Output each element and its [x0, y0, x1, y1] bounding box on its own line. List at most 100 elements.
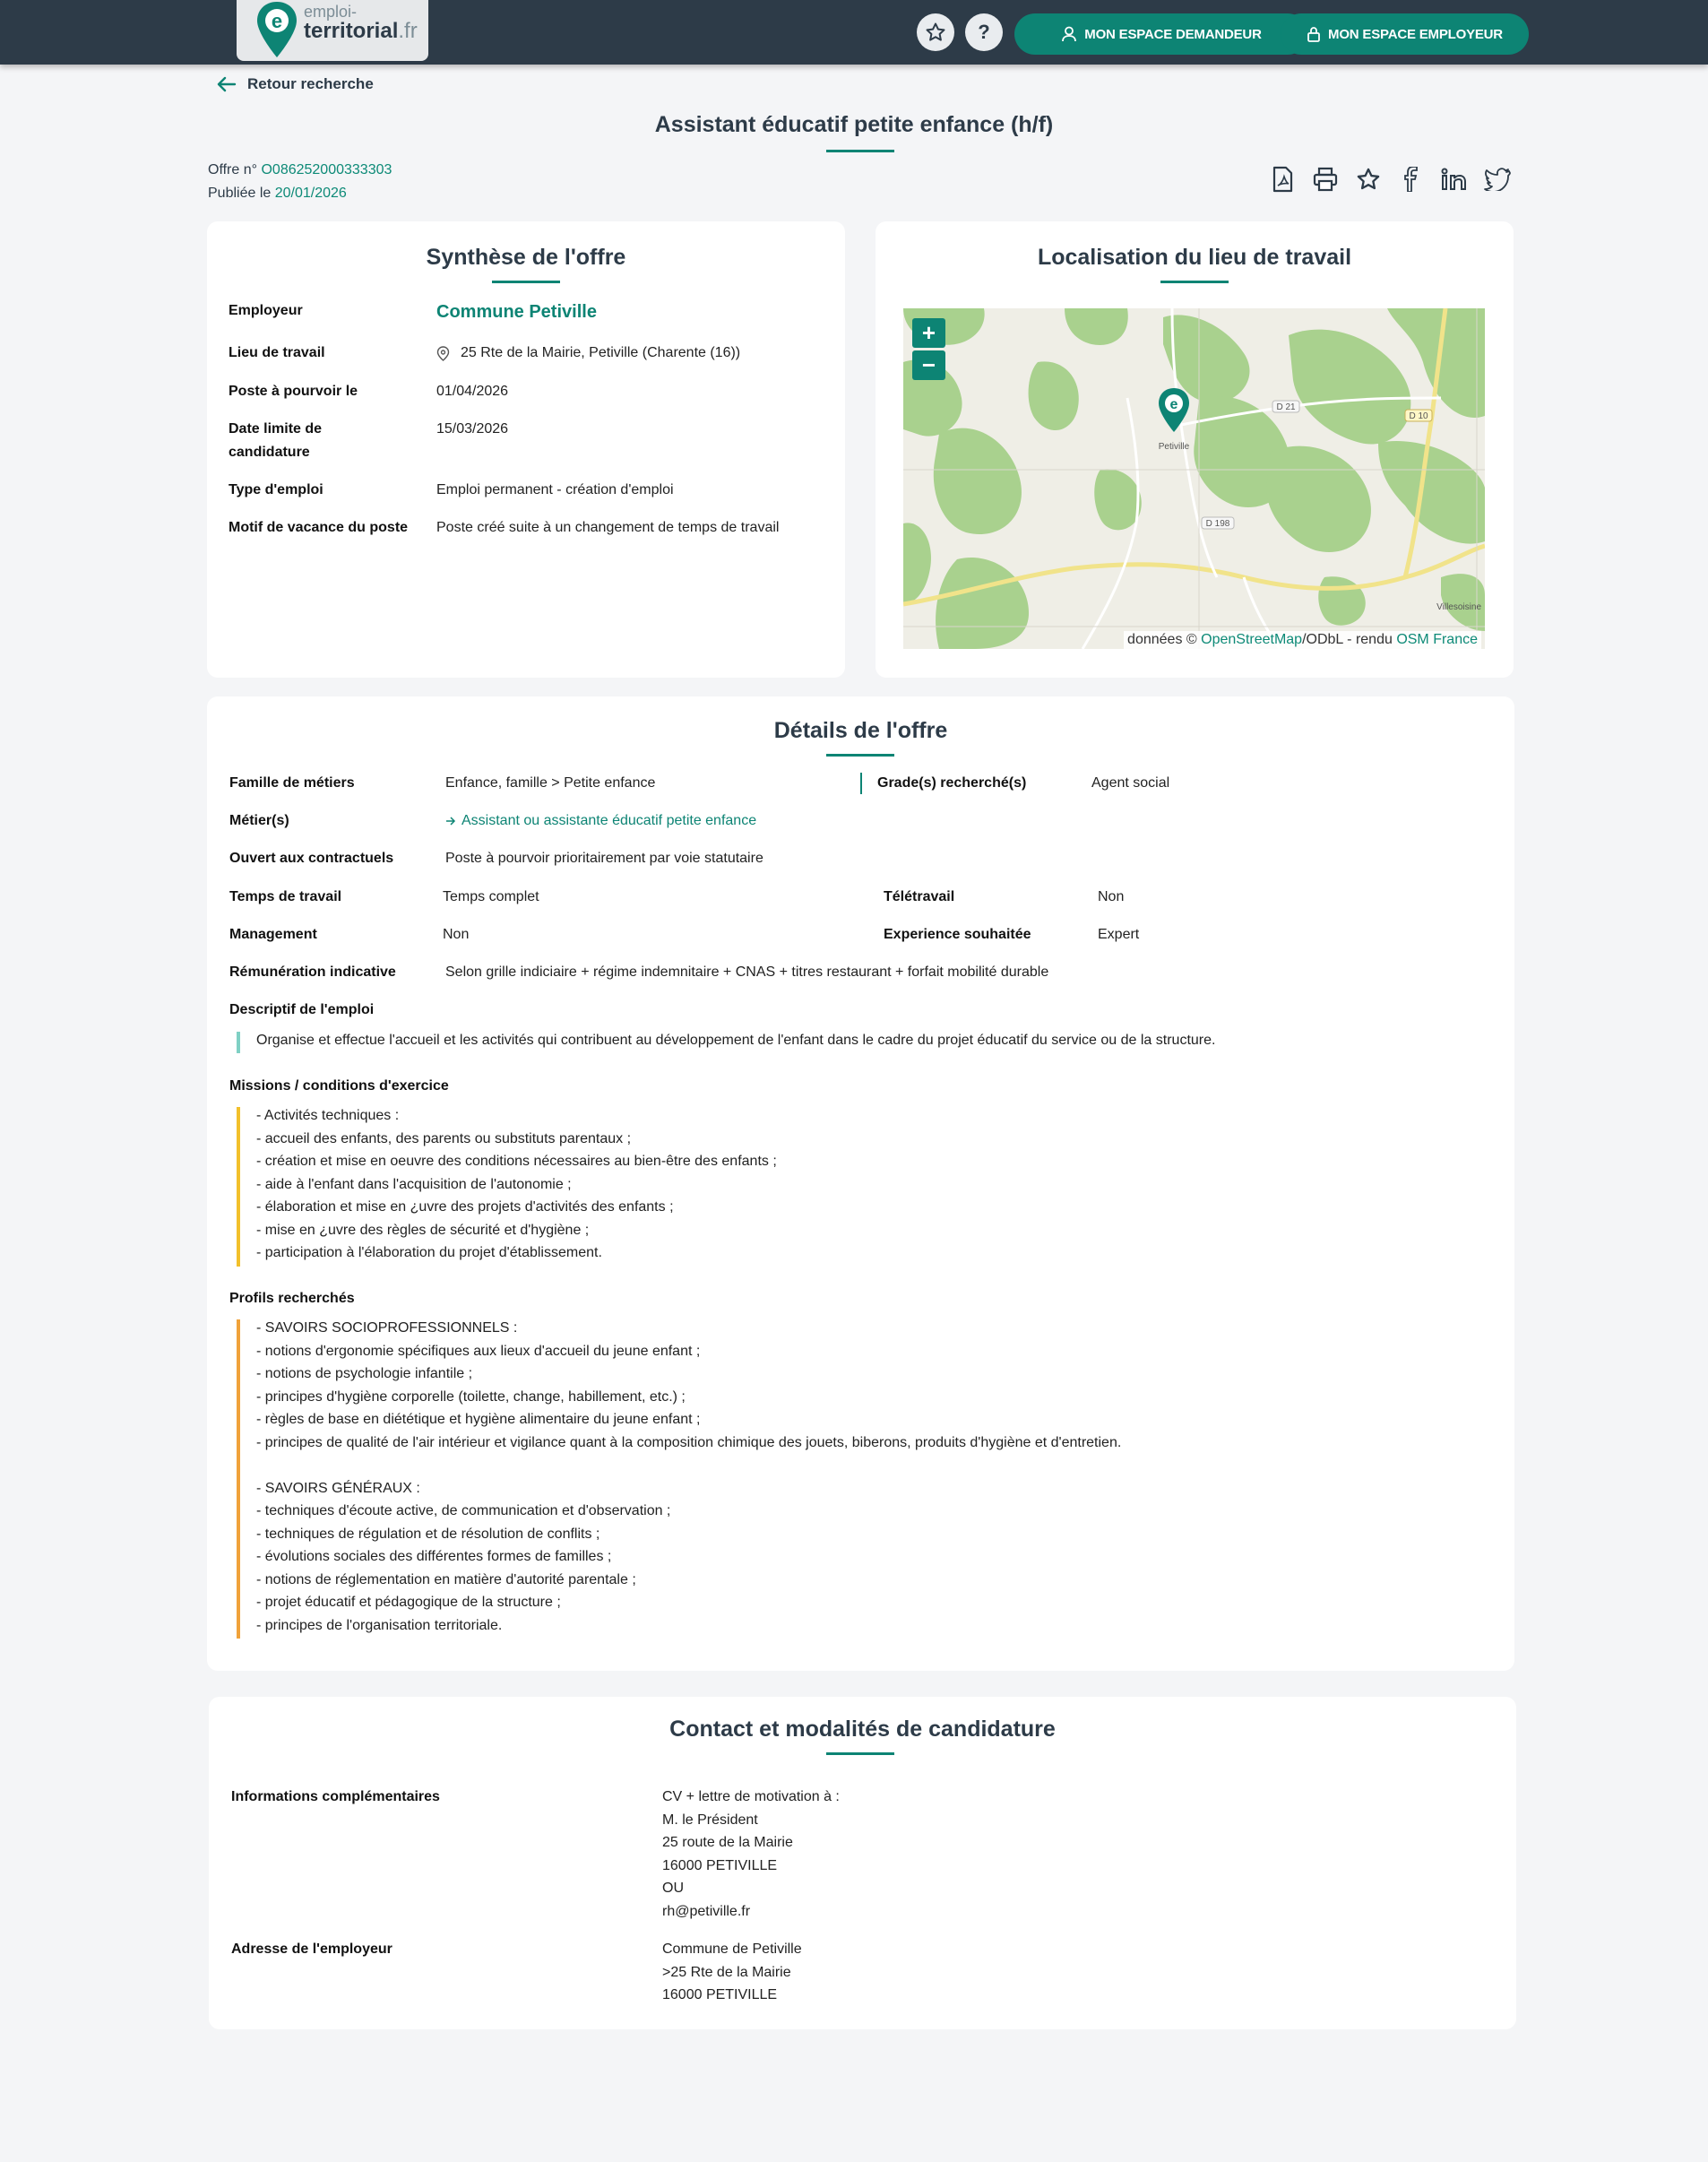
svg-text:e: e	[1170, 397, 1178, 412]
metier-link-text: Assistant ou assistante éducatif petite …	[462, 813, 757, 828]
place-label-villesoisine: Villesoisine	[1436, 602, 1481, 612]
facebook-icon[interactable]	[1396, 164, 1427, 195]
temps-value: Temps complet	[443, 889, 539, 904]
infos-line: rh@petiville.fr	[662, 1903, 751, 1919]
localisation-title: Localisation du lieu de travail	[1037, 245, 1352, 270]
attrib-middle: /ODbL - rendu	[1302, 632, 1397, 647]
details-title: Détails de l'offre	[773, 718, 948, 743]
arrow-left-icon	[217, 76, 237, 92]
espace-employeur-button[interactable]: MON ESPACE EMPLOYEUR	[1281, 13, 1529, 55]
bookmark-star-icon[interactable]	[1353, 164, 1384, 195]
attrib-osm-link[interactable]: OpenStreetMap	[1201, 632, 1302, 647]
back-label: Retour recherche	[247, 75, 374, 92]
experience-label: Experience souhaitée	[884, 927, 1031, 942]
profils-line: - notions d'ergonomie spécifiques aux li…	[256, 1343, 701, 1359]
pdf-icon[interactable]	[1267, 164, 1298, 195]
road-label-d10: D 10	[1409, 411, 1428, 421]
adresse-line: Commune de Petiville	[662, 1941, 802, 1957]
descriptif-bar	[237, 1032, 240, 1053]
star-icon	[926, 22, 945, 41]
metier-link[interactable]: Assistant ou assistante éducatif petite …	[445, 809, 756, 833]
map-zoom-out-button[interactable]: −	[912, 350, 945, 380]
espace-employeur-label: MON ESPACE EMPLOYEUR	[1328, 26, 1503, 42]
teletravail-value: Non	[1098, 889, 1125, 904]
motif-value: Poste créé suite à un changement de temp…	[436, 520, 780, 535]
missions-line: - élaboration et mise en ¿uvre des proje…	[256, 1199, 674, 1215]
contact-title: Contact et modalités de candidature	[669, 1717, 1056, 1742]
poste-value: 01/04/2026	[436, 384, 509, 399]
profils-label: Profils recherchés	[229, 1291, 355, 1306]
profils-line: - notions de réglementation en matière d…	[256, 1571, 636, 1587]
profils-line: - techniques de régulation et de résolut…	[256, 1526, 600, 1542]
profils-line: - principes de l'organisation territoria…	[256, 1617, 503, 1633]
motif-label: Motif de vacance du poste	[229, 520, 409, 535]
missions-list: - Activités techniques : - accueil des e…	[256, 1104, 777, 1265]
profils-line: - notions de psychologie infantile ;	[256, 1366, 473, 1381]
management-label: Management	[229, 927, 317, 942]
attrib-prefix: données ©	[1127, 632, 1202, 647]
site-logo[interactable]: e emploi- territorial.fr	[237, 0, 428, 61]
offer-published: Publiée le 20/01/2026	[208, 186, 347, 202]
descriptif-label: Descriptif de l'emploi	[229, 1002, 375, 1017]
profils-line: - techniques d'écoute active, de communi…	[256, 1503, 671, 1518]
attrib-osmfr-link[interactable]: OSM France	[1396, 632, 1478, 647]
favorites-button[interactable]	[917, 13, 954, 51]
type-emploi-label: Type d'emploi	[229, 482, 323, 497]
top-navigation-bar: e emploi- territorial.fr ? MON ESPACE DE…	[0, 0, 1708, 65]
back-to-search-link[interactable]: Retour recherche	[217, 75, 374, 93]
linkedin-icon[interactable]	[1439, 164, 1470, 195]
svg-text:e: e	[272, 10, 282, 32]
lieu-value: 25 Rte de la Mairie, Petiville (Charente…	[436, 342, 740, 365]
famille-label: Famille de métiers	[229, 775, 355, 791]
experience-value: Expert	[1098, 927, 1140, 942]
infos-line: 25 route de la Mairie	[662, 1835, 793, 1850]
location-pin-icon	[436, 345, 450, 361]
localisation-card: Localisation du lieu de travail D 21 D 1…	[876, 221, 1514, 678]
infos-line: M. le Président	[662, 1812, 758, 1828]
details-card: Détails de l'offre Famille de métiers En…	[207, 696, 1514, 1671]
espace-demandeur-label: MON ESPACE DEMANDEUR	[1084, 26, 1262, 42]
adresse-line: 16000 PETIVILLE	[662, 1987, 778, 2002]
infos-line: 16000 PETIVILLE	[662, 1857, 778, 1873]
map-zoom-in-button[interactable]: +	[912, 318, 945, 348]
poste-label: Poste à pourvoir le	[229, 384, 358, 399]
infos-list: CV + lettre de motivation à : M. le Prés…	[662, 1786, 840, 1923]
share-toolbar	[1267, 164, 1513, 195]
profils-list: - SAVOIRS SOCIOPROFESSIONNELS : - notion…	[256, 1317, 1121, 1637]
date-limite-value: 15/03/2026	[436, 421, 509, 437]
offer-number-value[interactable]: O086252000333303	[261, 162, 392, 177]
profils-line: - principes de qualité de l'air intérieu…	[256, 1434, 1122, 1450]
logo-ext: .fr	[398, 19, 418, 43]
map-tiles: D 21 D 10 D 198 Petiville Villesoisine	[903, 308, 1485, 649]
twitter-icon[interactable]	[1482, 164, 1513, 195]
map-marker-icon[interactable]: e	[1157, 387, 1191, 434]
teletravail-label: Télétravail	[884, 889, 955, 904]
profils-line: - évolutions sociales des différentes fo…	[256, 1549, 612, 1564]
remuneration-label: Rémunération indicative	[229, 964, 396, 980]
print-icon[interactable]	[1310, 164, 1341, 195]
missions-line: - aide à l'enfant dans l'acquisition de …	[256, 1176, 572, 1192]
missions-line: - Activités techniques :	[256, 1108, 400, 1123]
espace-demandeur-button[interactable]: MON ESPACE DEMANDEUR	[1014, 13, 1308, 55]
location-map[interactable]: D 21 D 10 D 198 Petiville Villesoisine e…	[903, 308, 1485, 649]
contact-card: Contact et modalités de candidature Info…	[209, 1697, 1516, 2029]
help-button[interactable]: ?	[965, 13, 1003, 51]
adresse-line: >25 Rte de la Mairie	[662, 1964, 791, 1980]
profils-line-spacer	[256, 1454, 1121, 1477]
profils-line: - règles de base en diététique et hygièn…	[256, 1412, 701, 1427]
published-label: Publiée le	[208, 186, 272, 201]
type-emploi-value: Emploi permanent - création d'emploi	[436, 482, 674, 497]
metier-label: Métier(s)	[229, 813, 289, 828]
ouvert-label: Ouvert aux contractuels	[229, 851, 394, 866]
missions-line: - participation à l'élaboration du proje…	[256, 1245, 602, 1260]
arrow-right-icon	[446, 817, 456, 826]
infos-label: Informations complémentaires	[231, 1789, 440, 1804]
contact-underline	[826, 1752, 894, 1755]
descriptif-text: Organise et effectue l'accueil et les ac…	[256, 1033, 1216, 1048]
road-label-d198: D 198	[1206, 519, 1230, 529]
user-icon	[1062, 26, 1077, 42]
lieu-label: Lieu de travail	[229, 345, 325, 360]
synthese-card: Synthèse de l'offre Employeur Commune Pe…	[207, 221, 845, 678]
temps-label: Temps de travail	[229, 889, 342, 904]
employeur-link[interactable]: Commune Petiville	[436, 300, 597, 324]
